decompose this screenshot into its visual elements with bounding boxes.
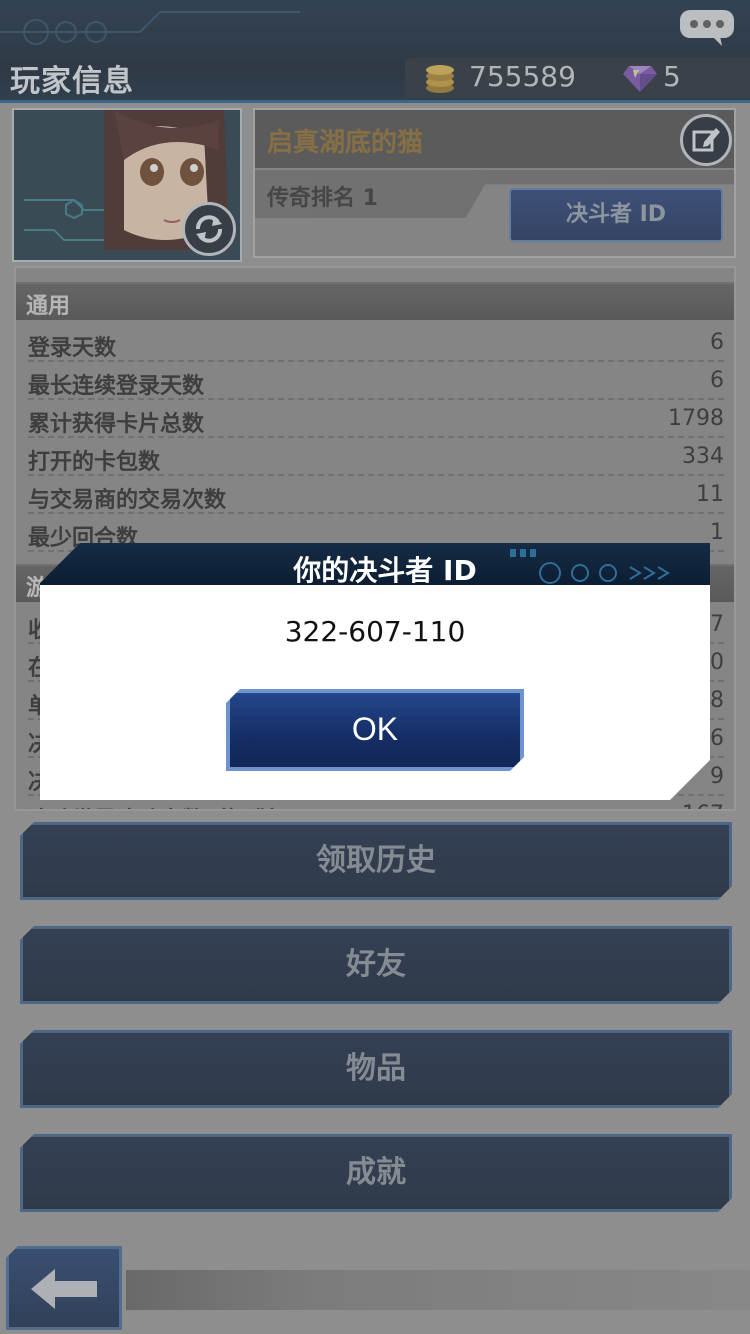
ok-button[interactable]: OK bbox=[226, 689, 524, 771]
duelist-id-value: 322-607-110 bbox=[284, 615, 466, 648]
dialog-body: 322-607-110 OK bbox=[40, 585, 710, 800]
duelist-id-dialog: 你的决斗者 ID 322-607-110 OK bbox=[40, 543, 710, 800]
dialog-title: 你的决斗者 ID bbox=[293, 554, 477, 587]
